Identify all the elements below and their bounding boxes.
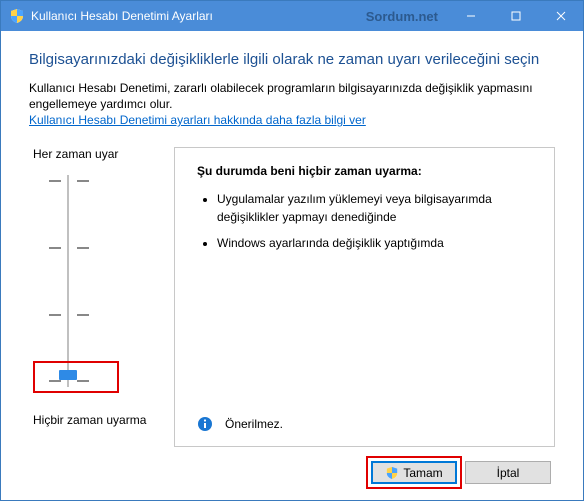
- notification-slider[interactable]: [37, 171, 174, 391]
- shield-icon: [9, 8, 25, 24]
- titlebar: Kullanıcı Hesabı Denetimi Ayarları Sordu…: [1, 1, 583, 31]
- cancel-button[interactable]: İptal: [465, 461, 551, 484]
- main-area: Her zaman uyar: [29, 147, 555, 447]
- slider-top-label: Her zaman uyar: [33, 147, 174, 161]
- ok-button-highlight: Tamam: [371, 461, 457, 484]
- panel-heading: Şu durumda beni hiçbir zaman uyarma:: [197, 164, 536, 178]
- slider-tick-1: [37, 175, 174, 187]
- info-panel: Şu durumda beni hiçbir zaman uyarma: Uyg…: [174, 147, 555, 447]
- shield-icon: [385, 466, 399, 480]
- ok-button[interactable]: Tamam: [371, 461, 457, 484]
- slider-tick-3: [37, 309, 174, 321]
- panel-list-item: Uygulamalar yazılım yüklemeyi veya bilgi…: [217, 190, 536, 226]
- slider-tick-2: [37, 242, 174, 254]
- watermark-text: Sordum.net: [366, 9, 438, 24]
- uac-settings-window: Kullanıcı Hesabı Denetimi Ayarları Sordu…: [0, 0, 584, 501]
- page-description: Kullanıcı Hesabı Denetimi, zararlı olabi…: [29, 80, 555, 112]
- slider-bottom-label: Hiçbir zaman uyarma: [33, 413, 174, 427]
- slider-track: [67, 175, 69, 387]
- maximize-button[interactable]: [493, 1, 538, 31]
- slider-column: Her zaman uyar: [29, 147, 174, 447]
- page-heading: Bilgisayarınızdaki değişikliklerle ilgil…: [29, 51, 555, 68]
- cancel-button-wrap: İptal: [465, 461, 551, 484]
- cancel-button-label: İptal: [497, 466, 520, 480]
- content-area: Bilgisayarınızdaki değişikliklerle ilgil…: [1, 31, 583, 500]
- panel-recommendation: Önerilmez.: [197, 402, 536, 432]
- ok-button-label: Tamam: [403, 466, 442, 480]
- panel-list: Uygulamalar yazılım yüklemeyi veya bilgi…: [217, 190, 536, 260]
- slider-thumb[interactable]: [59, 370, 77, 380]
- minimize-button[interactable]: [448, 1, 493, 31]
- slider-tick-4: [37, 375, 174, 387]
- info-icon: [197, 416, 213, 432]
- close-button[interactable]: [538, 1, 583, 31]
- recommend-text: Önerilmez.: [225, 417, 283, 431]
- window-title: Kullanıcı Hesabı Denetimi Ayarları: [31, 9, 366, 23]
- button-row: Tamam İptal: [29, 461, 555, 484]
- learn-more-link[interactable]: Kullanıcı Hesabı Denetimi ayarları hakkı…: [29, 113, 555, 127]
- panel-list-item: Windows ayarlarında değişiklik yaptığımd…: [217, 234, 536, 252]
